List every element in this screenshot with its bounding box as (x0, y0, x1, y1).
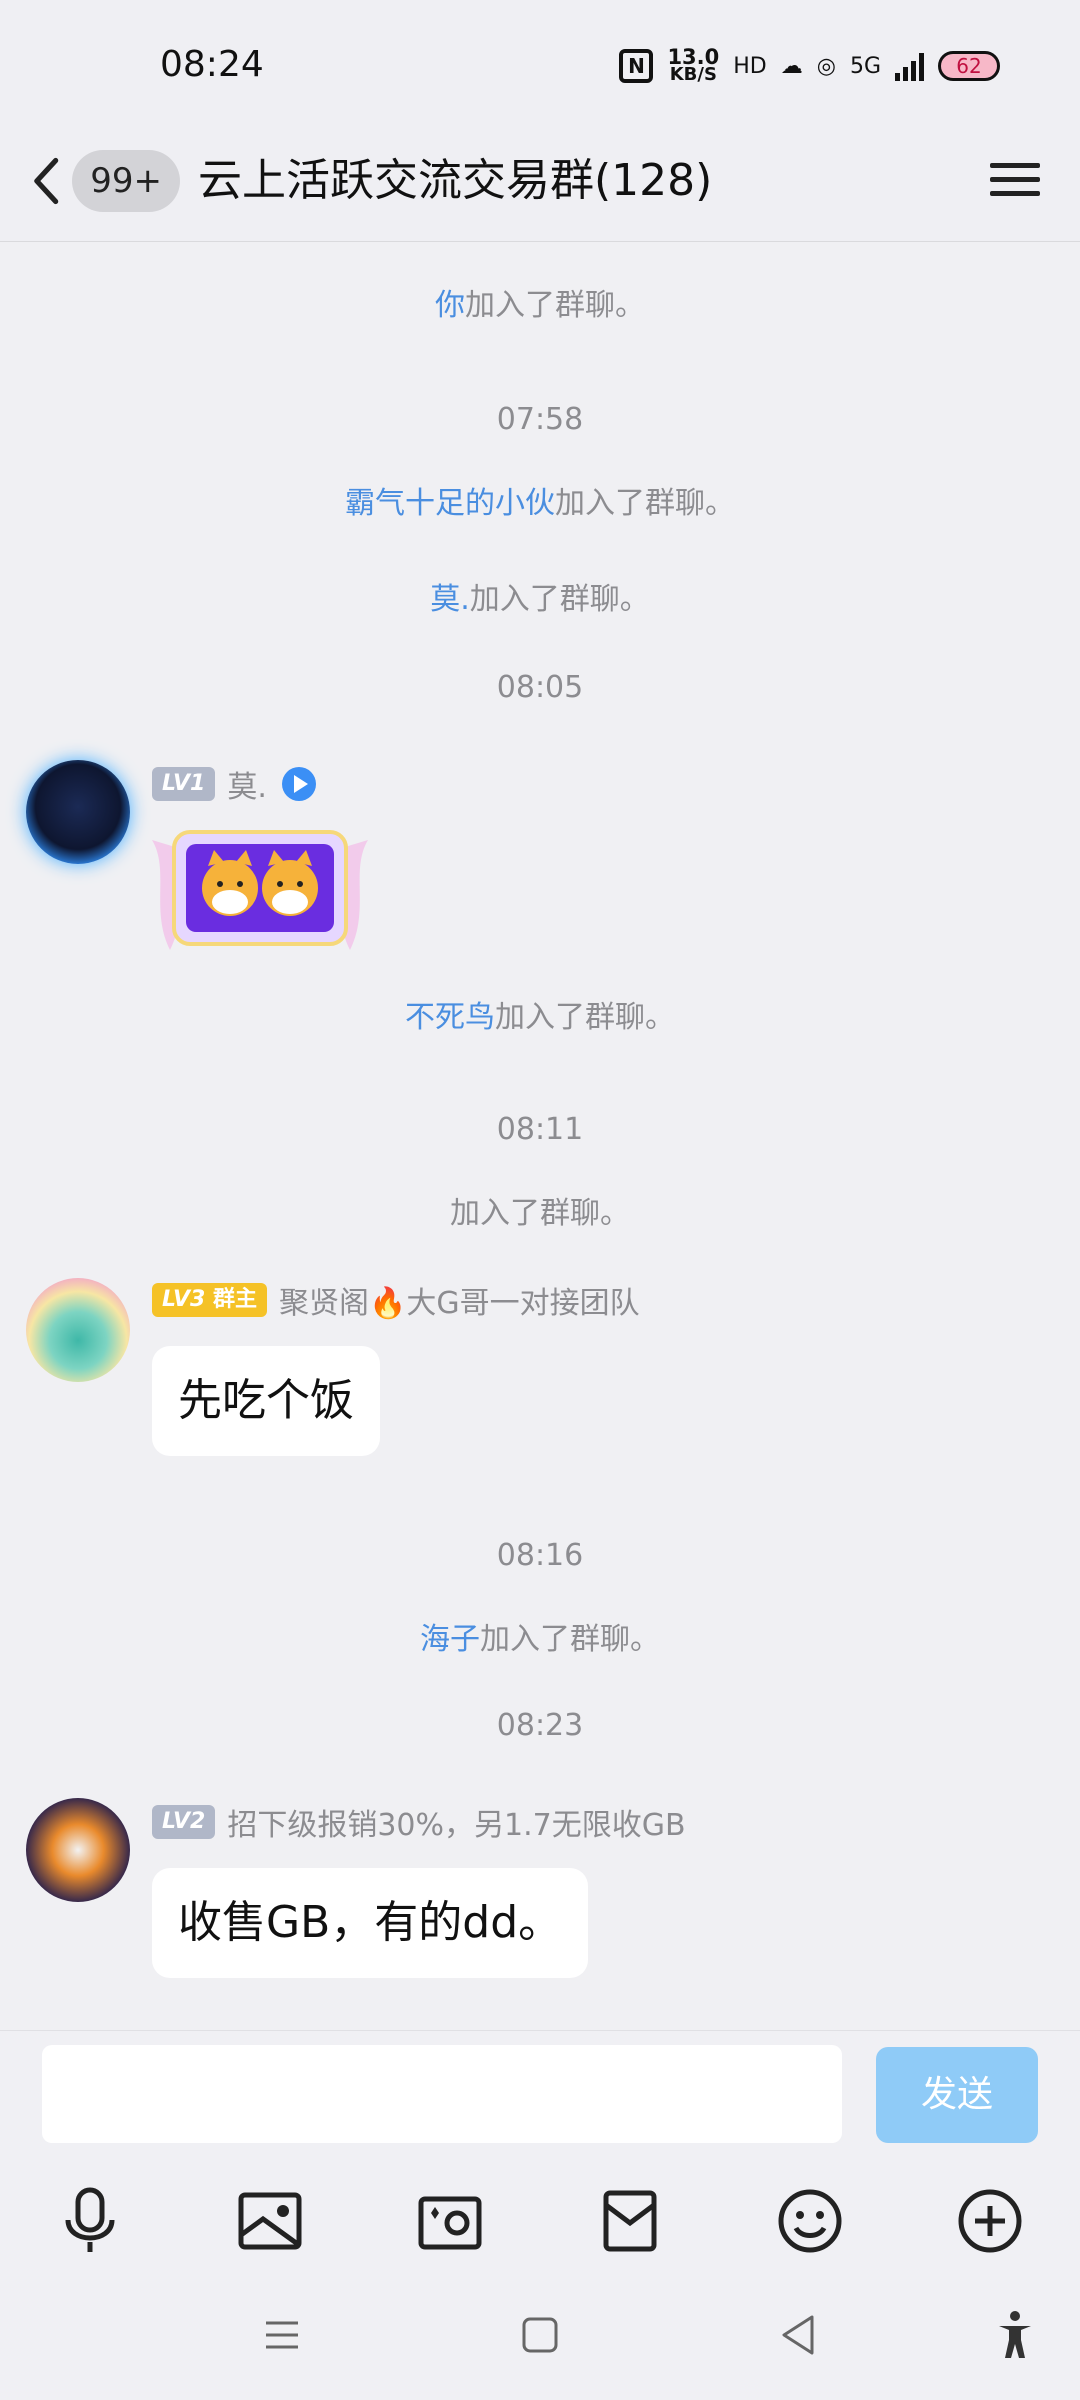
cat-sticker-icon: ☁ (780, 53, 803, 79)
sender-name[interactable]: 聚贤阁🔥大G哥一对接团队 (279, 1278, 640, 1322)
level-badge: LV2 (152, 1805, 216, 1839)
system-text: 加入了群聊。 (555, 486, 735, 521)
back-arrow-icon (34, 157, 59, 205)
camera-icon[interactable] (410, 2181, 490, 2261)
system-message: 海子加入了群聊。 (0, 1614, 1080, 1658)
network-speed: 13.0 KB/S (667, 47, 719, 85)
avatar[interactable] (26, 760, 130, 864)
sticker-message[interactable] (140, 810, 380, 955)
network-speed-unit: KB/S (669, 64, 717, 85)
timestamp: 07:58 (496, 402, 584, 437)
system-text: 加入了群聊。 (465, 288, 645, 323)
accessibility-icon[interactable] (985, 2305, 1045, 2365)
back-button[interactable]: 99+ (30, 146, 180, 216)
chat-header: 99+ 云上活跃交流交易群(128) (0, 120, 1080, 242)
cat-sticker-icon (152, 830, 368, 950)
system-text: 加入了群聊。 (469, 582, 650, 617)
nfc-icon: N (619, 49, 654, 83)
system-actor[interactable]: 海子 (420, 1622, 480, 1657)
signal-icon (895, 51, 924, 81)
sender-name[interactable]: 莫. (227, 762, 267, 806)
system-message: 加入了群聊。 (0, 1188, 1080, 1232)
timestamp: 08:23 (496, 1708, 584, 1743)
home-icon[interactable] (510, 2305, 570, 2365)
system-message: 不死鸟加入了群聊。 (0, 992, 1080, 1036)
system-text: 加入了群聊。 (480, 1622, 660, 1657)
plus-icon[interactable] (950, 2181, 1030, 2261)
level-badge: LV3 群主 (152, 1283, 268, 1317)
hd-label: HD (733, 53, 767, 79)
owner-badge: 群主 (213, 1287, 258, 1312)
status-time: 08:24 (160, 44, 264, 85)
unread-badge: 99+ (72, 150, 180, 212)
toolbar (0, 2173, 1080, 2273)
recent-apps-icon[interactable] (252, 2305, 312, 2365)
sender-line: LV2 招下级报销30%，另1.7无限收GB (152, 1800, 686, 1844)
message-bubble[interactable]: 先吃个饭 (152, 1346, 380, 1456)
avatar[interactable] (26, 1798, 130, 1902)
avatar[interactable] (26, 1278, 130, 1382)
send-button[interactable]: 发送 (876, 2047, 1038, 2143)
sender-name[interactable]: 招下级报销30%，另1.7无限收GB (227, 1800, 685, 1844)
system-text: 加入了群聊。 (450, 1196, 630, 1231)
level-badge: LV1 (152, 767, 216, 801)
system-actor[interactable]: 不死鸟 (405, 1000, 495, 1035)
page-title: 云上活跃交流交易群(128) (198, 155, 713, 206)
system-text: 加入了群聊。 (495, 1000, 675, 1035)
level-text: LV3 (162, 1287, 206, 1312)
system-actor[interactable]: 莫. (430, 582, 470, 617)
timestamp: 08:05 (496, 670, 584, 705)
status-icons: N 13.0 KB/S HD ☁ ◎ 5G 62 (619, 44, 1000, 88)
emoji-icon[interactable] (770, 2181, 850, 2261)
menu-icon[interactable] (990, 156, 1040, 206)
sender-line: LV1 莫. (152, 762, 319, 806)
system-message: 霸气十足的小伙加入了群聊。 (0, 478, 1080, 522)
battery-level: 62 (956, 54, 982, 78)
system-actor[interactable]: 霸气十足的小伙 (345, 486, 555, 521)
sender-line: LV3 群主 聚贤阁🔥大G哥一对接团队 (152, 1278, 640, 1322)
red-packet-icon[interactable] (590, 2181, 670, 2261)
system-actor[interactable]: 你 (435, 288, 465, 323)
timestamp: 08:16 (496, 1538, 584, 1573)
message-bubble[interactable]: 收售GB，有的dd。 (152, 1868, 589, 1978)
play-icon (281, 767, 316, 801)
image-icon[interactable] (230, 2181, 310, 2261)
microphone-icon[interactable] (50, 2181, 130, 2261)
status-bar: 08:24 N 13.0 KB/S HD ☁ ◎ 5G 62 (0, 0, 1080, 120)
system-nav-bar (0, 2265, 1080, 2400)
battery-icon: 62 (938, 51, 1000, 81)
wifi-cat-icon: ◎ (816, 53, 836, 79)
chat-list: 你加入了群聊。 07:58 霸气十足的小伙加入了群聊。 莫.加入了群聊。 08:… (0, 242, 1080, 2030)
system-message: 你加入了群聊。 (0, 280, 1080, 324)
network-type: 5G (849, 53, 881, 79)
message-input[interactable] (42, 2045, 842, 2143)
nav-back-icon[interactable] (768, 2305, 828, 2365)
system-message: 莫.加入了群聊。 (0, 574, 1080, 618)
timestamp: 08:11 (496, 1112, 584, 1147)
